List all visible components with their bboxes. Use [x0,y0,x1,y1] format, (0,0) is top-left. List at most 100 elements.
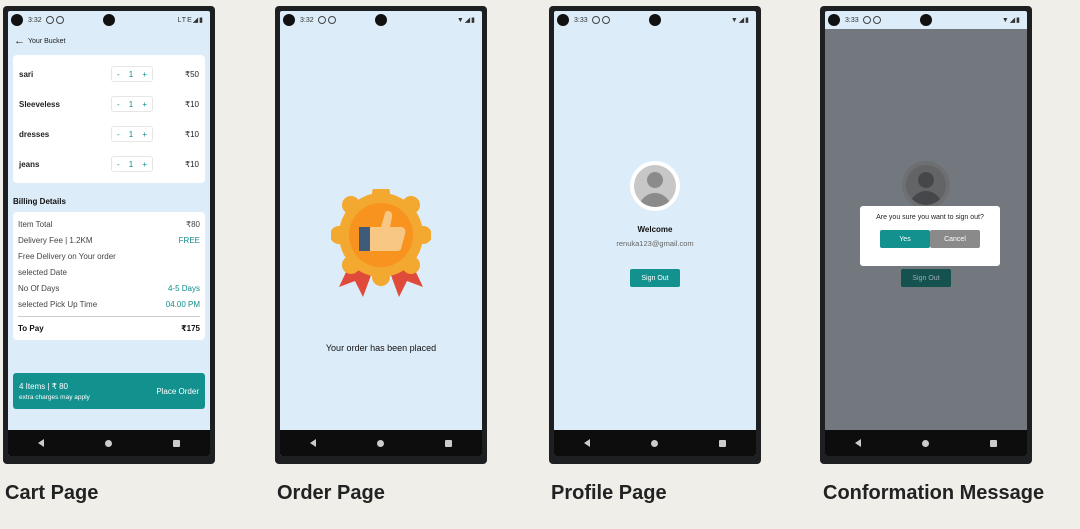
decrease-button[interactable]: - [117,160,120,169]
signal-battery-icons: ▼◢▮ [1001,17,1021,24]
back-arrow-icon[interactable]: ← [14,35,25,47]
place-order-bar: 4 Items | ₹ 80 extra charges may apply P… [13,373,205,409]
cart-item: sari - 1 + ₹50 [19,59,199,89]
bill-label: Delivery Fee | 1.2KM [18,235,93,245]
camera-cutout [283,14,295,26]
user-icon [634,165,676,207]
decrease-button[interactable]: - [117,100,120,109]
notification-icon [45,16,54,24]
nav-home-icon[interactable] [650,439,658,447]
status-bar: 3:33 ▼◢▮ [554,11,756,29]
sign-out-button: Sign Out [901,269,951,287]
bill-label: Item Total [18,219,53,229]
nav-recents-icon[interactable] [989,439,997,447]
signal-battery-icons: LTE◢▮ [177,17,204,24]
cancel-button[interactable]: Cancel [930,230,980,248]
android-nav-bar [280,430,482,456]
notification-icon [601,16,610,24]
nav-recents-icon[interactable] [444,439,452,447]
place-order-button[interactable]: Place Order [156,387,199,396]
caption-confirm: Conformation Message [823,482,1045,504]
nav-back-icon[interactable] [584,439,591,447]
bill-value: ₹175 [181,324,200,333]
bill-value: 04.00 PM [165,299,200,309]
item-name: dresses [19,129,50,139]
increase-button[interactable]: + [142,100,147,109]
caption-order: Order Page [277,482,385,504]
status-time: 3:32 [300,16,314,24]
signal-battery-icons: ▼◢▮ [456,17,476,24]
bill-row-selected-date: selected Date [18,264,200,280]
sign-out-button[interactable]: Sign Out [630,269,680,287]
item-name: Sleeveless [19,99,60,109]
nav-home-icon[interactable] [104,439,112,447]
status-time: 3:33 [574,16,588,24]
status-bar: 3:32 LTE◢▮ [8,11,210,29]
notification-icon [872,16,881,24]
bill-label: No Of Days [18,283,60,293]
item-price: ₹10 [185,159,199,169]
front-camera [103,14,115,26]
increase-button[interactable]: + [142,160,147,169]
yes-button[interactable]: Yes [880,230,930,248]
increase-button[interactable]: + [142,130,147,139]
phone-cart: 3:32 LTE◢▮ ← Your Bucket sari - 1 + ₹50 … [3,6,215,464]
bill-label: selected Date [18,267,67,277]
quantity-stepper: - 1 + [111,66,153,82]
avatar [630,161,680,211]
notification-icon [55,16,64,24]
user-email: renuka123@gmail.com [616,239,694,248]
bill-label: selected Pick Up Time [18,299,98,309]
bill-value: FREE [178,235,200,245]
quantity-value: 1 [128,159,134,169]
nav-back-icon[interactable] [310,439,317,447]
status-time: 3:32 [28,16,42,24]
increase-button[interactable]: + [142,70,147,79]
quantity-value: 1 [128,69,134,79]
user-icon [906,165,946,205]
billing-card: Item Total ₹80 Delivery Fee | 1.2KM FREE… [13,212,205,340]
cart-item: Sleeveless - 1 + ₹10 [19,89,199,119]
avatar [902,161,950,209]
quantity-value: 1 [128,99,134,109]
cart-items-card: sari - 1 + ₹50 Sleeveless - 1 + ₹10 dres… [13,55,205,183]
phone-confirm: 3:33 ▼◢▮ Sign Out Are you sure you want … [820,6,1032,464]
camera-cutout [557,14,569,26]
order-screen: 3:32 ▼◢▮ Your order has been placed [280,11,482,456]
nav-back-icon[interactable] [855,439,862,447]
decrease-button[interactable]: - [117,70,120,79]
bill-row-days: No Of Days 4-5 Days [18,280,200,296]
dialog-question: Are you sure you want to sign out? [876,214,984,221]
android-nav-bar [554,430,756,456]
signal-battery-icons: ▼◢▮ [730,17,750,24]
extra-charges-note: extra charges may apply [19,393,90,401]
nav-recents-icon[interactable] [718,439,726,447]
bill-row-delivery: Delivery Fee | 1.2KM FREE [18,232,200,248]
quantity-stepper: - 1 + [111,96,153,112]
android-nav-bar [825,430,1027,456]
quantity-value: 1 [128,129,134,139]
item-name: sari [19,69,34,79]
nav-back-icon[interactable] [38,439,45,447]
nav-home-icon[interactable] [376,439,384,447]
front-camera [375,14,387,26]
front-camera [649,14,661,26]
welcome-text: Welcome [637,225,673,234]
phone-profile: 3:33 ▼◢▮ Welcome renuka123@gmail.com Sig… [549,6,761,464]
camera-cutout [828,14,840,26]
caption-cart: Cart Page [5,482,99,504]
dialog-buttons: Yes Cancel [866,230,994,248]
bill-label: Free Delivery on Your order [18,251,116,261]
quantity-stepper: - 1 + [111,156,153,172]
decrease-button[interactable]: - [117,130,120,139]
profile-screen: 3:33 ▼◢▮ Welcome renuka123@gmail.com Sig… [554,11,756,456]
phone-order: 3:32 ▼◢▮ Your order has been placed [275,6,487,464]
bill-row-pickup: selected Pick Up Time 04.00 PM [18,296,200,312]
nav-home-icon[interactable] [921,439,929,447]
bill-label: To Pay [18,324,44,333]
item-price: ₹10 [185,99,199,109]
item-name: jeans [19,159,40,169]
order-summary-text: 4 Items | ₹ 80 [19,381,68,391]
thumbs-up-badge-icon [330,184,432,299]
nav-recents-icon[interactable] [172,439,180,447]
